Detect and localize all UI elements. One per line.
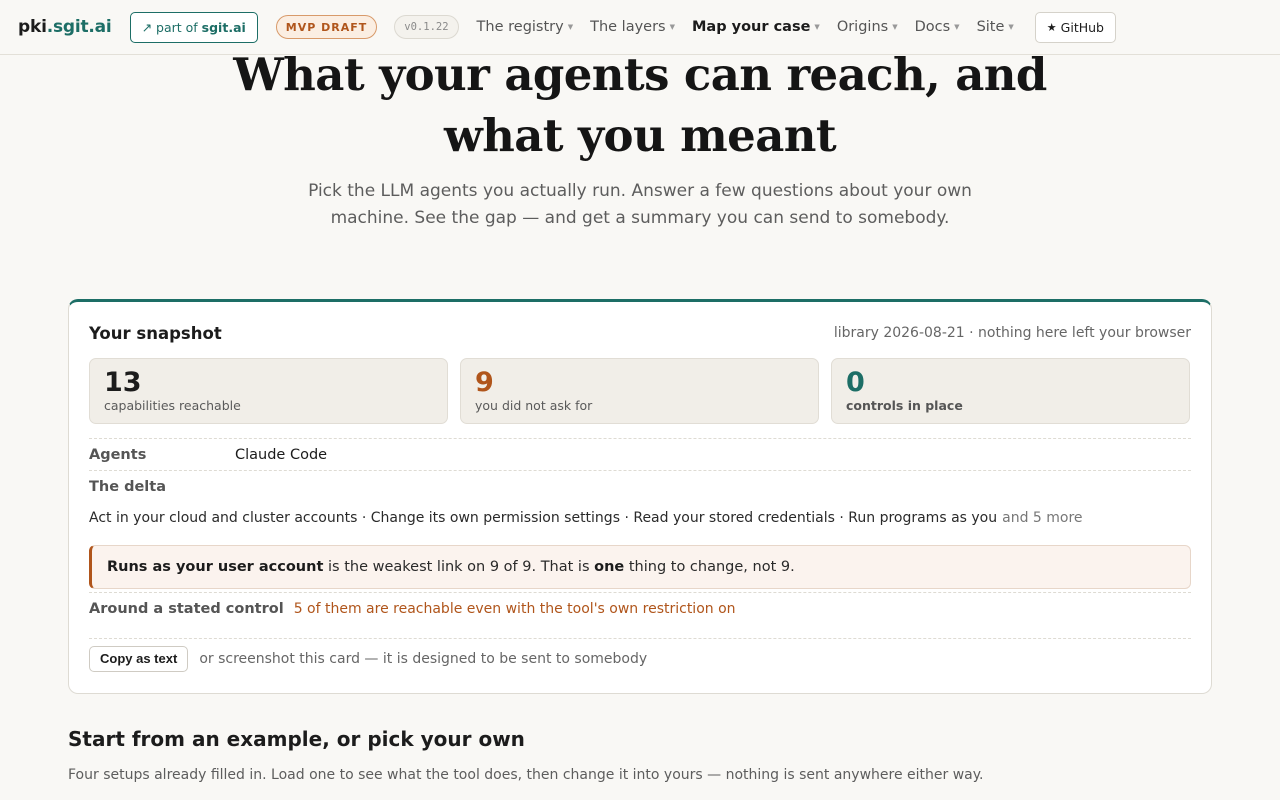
stat-label: capabilities reachable bbox=[104, 398, 241, 413]
nav-item-docs[interactable]: Docs ▼ bbox=[915, 19, 960, 35]
agents-value: Claude Code bbox=[235, 446, 328, 463]
stat-controls-in-place: 0 controls in place bbox=[831, 358, 1190, 424]
brand-logo[interactable]: pki.sgit.ai bbox=[18, 17, 112, 37]
snapshot-header: Your snapshot library 2026-08-21 · nothi… bbox=[89, 323, 1191, 343]
stat-value: 0 bbox=[846, 367, 865, 398]
nav-item-label: The registry bbox=[476, 19, 564, 35]
nav-item-registry[interactable]: The registry ▼ bbox=[477, 19, 574, 35]
part-of-prefix: ↗ part of bbox=[141, 19, 198, 35]
page-title: What your agents can reach, and what you… bbox=[233, 48, 1047, 162]
stat-label: you did not ask for bbox=[475, 398, 593, 413]
chevron-down-icon: ▼ bbox=[567, 23, 574, 31]
delta-items: Act in your cloud and cluster accounts ·… bbox=[89, 510, 998, 526]
part-of-site: sgit.ai bbox=[201, 19, 246, 35]
stated-control-row: Around a stated control 5 of them are re… bbox=[89, 592, 1191, 625]
chevron-down-icon: ▼ bbox=[669, 23, 675, 31]
nav-item-site[interactable]: Site ▼ bbox=[977, 19, 1014, 35]
github-button[interactable]: ★ GitHub bbox=[1034, 11, 1116, 43]
callout-emph: one bbox=[594, 559, 625, 575]
control-text: 5 of them are reachable even with the to… bbox=[293, 601, 736, 617]
part-of-sgit-link[interactable]: ↗ part of sgit.ai bbox=[129, 11, 258, 43]
top-navigation-bar: pki.sgit.ai ↗ part of sgit.ai MVP DRAFT … bbox=[0, 0, 1280, 55]
main-nav: The registry ▼ The layers ▼ Map your case ▼… bbox=[477, 19, 1031, 35]
page-subtitle: Pick the LLM agents you actually run. An… bbox=[308, 181, 972, 228]
callout-bold: Runs as your user account bbox=[107, 559, 324, 575]
brand-tld: .sgit.ai bbox=[46, 17, 112, 37]
version-badge: v0.1.22 bbox=[394, 15, 459, 39]
stat-value: 9 bbox=[475, 367, 494, 398]
copy-note: or screenshot this card — it is designed… bbox=[199, 650, 648, 667]
chevron-down-icon: ▼ bbox=[892, 23, 898, 31]
chevron-down-icon: ▼ bbox=[954, 23, 960, 31]
weakest-link-callout: Runs as your user account is the weakest… bbox=[89, 545, 1191, 589]
delta-list: Act in your cloud and cluster accounts ·… bbox=[89, 502, 1191, 534]
nav-item-label: Origins bbox=[836, 19, 889, 35]
stat-label: controls in place bbox=[846, 398, 963, 413]
stat-value: 13 bbox=[104, 367, 142, 398]
chevron-down-icon: ▼ bbox=[1008, 23, 1014, 31]
nav-item-label: The layers bbox=[590, 19, 666, 35]
stats-row: 13 capabilities reachable 9 you did not … bbox=[89, 358, 1191, 424]
agents-label: Agents bbox=[89, 446, 147, 463]
star-icon: ★ bbox=[1046, 20, 1057, 34]
nav-item-map-your-case[interactable]: Map your case ▼ bbox=[692, 19, 820, 35]
snapshot-meta: library 2026-08-21 · nothing here left y… bbox=[833, 325, 1191, 341]
stat-not-asked-for: 9 you did not ask for bbox=[460, 358, 819, 424]
stat-capabilities-reachable: 13 capabilities reachable bbox=[89, 358, 448, 424]
snapshot-title: Your snapshot bbox=[89, 323, 222, 343]
delta-row: The delta bbox=[89, 470, 1191, 502]
nav-item-origins[interactable]: Origins ▼ bbox=[837, 19, 898, 35]
nav-item-label: Docs bbox=[914, 19, 951, 35]
delta-more-link[interactable]: and 5 more bbox=[1002, 510, 1082, 526]
examples-title: Start from an example, or pick your own bbox=[68, 727, 525, 751]
callout-end: thing to change, not 9. bbox=[628, 559, 795, 575]
nav-item-label: Map your case bbox=[692, 19, 811, 35]
callout-mid: is the weakest link on 9 of 9. That is bbox=[328, 559, 590, 575]
copy-row: Copy as text or screenshot this card — i… bbox=[89, 638, 1191, 678]
github-label: GitHub bbox=[1060, 19, 1104, 35]
brand-name: pki bbox=[18, 17, 47, 37]
delta-label: The delta bbox=[89, 478, 166, 495]
nav-item-layers[interactable]: The layers ▼ bbox=[590, 19, 675, 35]
mvp-draft-badge: MVP DRAFT bbox=[275, 15, 378, 39]
examples-subtitle: Four setups already filled in. Load one … bbox=[68, 767, 984, 783]
chevron-down-icon: ▼ bbox=[814, 23, 820, 31]
control-label: Around a stated control bbox=[89, 601, 284, 617]
snapshot-card: Your snapshot library 2026-08-21 · nothi… bbox=[68, 299, 1212, 694]
copy-as-text-button[interactable]: Copy as text bbox=[89, 645, 189, 672]
agents-row: Agents Claude Code bbox=[89, 438, 1191, 470]
nav-item-label: Site bbox=[976, 19, 1005, 35]
